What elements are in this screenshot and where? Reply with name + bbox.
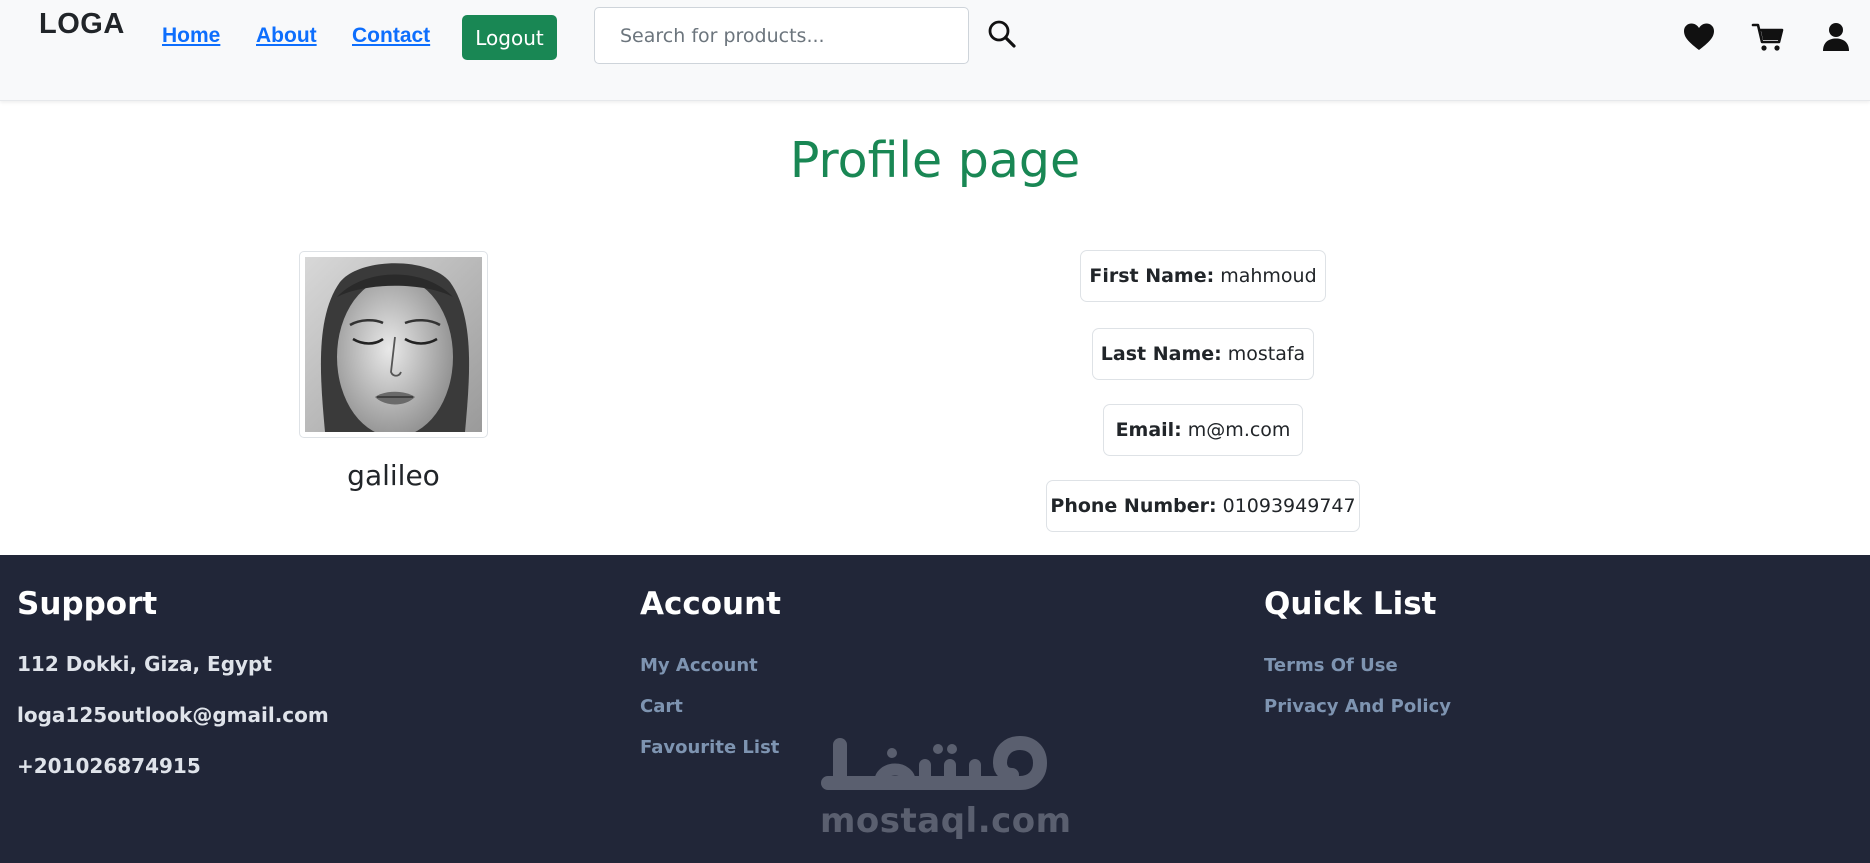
last-name-field: Last Name: mostafa [1092, 328, 1314, 380]
nav-link-contact[interactable]: Contact [352, 24, 430, 48]
avatar [299, 251, 488, 438]
footer-email: loga125outlook@gmail.com [17, 703, 329, 727]
email-label: Email: [1115, 419, 1182, 441]
profile-picture [305, 257, 482, 432]
footer-link-cart[interactable]: Cart [640, 696, 683, 717]
mostaql-watermark: mostaql.com [820, 735, 1072, 847]
footer-account-title: Account [640, 586, 781, 622]
first-name-field: First Name: mahmoud [1080, 250, 1326, 302]
search-icon[interactable] [986, 18, 1018, 50]
brand-logo[interactable]: LOGA [39, 8, 125, 41]
cart-icon[interactable] [1751, 22, 1785, 52]
user-icon[interactable] [1819, 22, 1853, 52]
phone-number-label: Phone Number: [1050, 495, 1217, 517]
phone-number-field: Phone Number: 01093949747 [1046, 480, 1360, 532]
email-field: Email: m@m.com [1103, 404, 1303, 456]
mostaql-watermark-text: mostaql.com [820, 801, 1072, 841]
top-navbar: LOGA Home About Contact Logout [0, 0, 1870, 101]
heart-icon[interactable] [1682, 22, 1716, 52]
footer-link-privacy[interactable]: Privacy And Policy [1264, 696, 1451, 717]
last-name-value: mostafa [1227, 343, 1306, 365]
last-name-label: Last Name: [1100, 343, 1222, 365]
footer-support-title: Support [17, 586, 158, 622]
footer-link-favourite-list[interactable]: Favourite List [640, 737, 779, 758]
footer-phone: +201026874915 [17, 754, 201, 778]
profile-username: galileo [347, 459, 440, 492]
footer-address: 112 Dokki, Giza, Egypt [17, 652, 272, 676]
first-name-label: First Name: [1089, 265, 1215, 287]
first-name-value: mahmoud [1220, 265, 1317, 287]
page-title: Profile page [789, 132, 1081, 189]
footer-link-my-account[interactable]: My Account [640, 655, 758, 676]
search-input[interactable] [594, 7, 969, 64]
nav-link-about[interactable]: About [256, 24, 317, 48]
nav-link-home[interactable]: Home [162, 24, 220, 48]
mostaql-arabic-logo [821, 736, 1047, 790]
footer-quick-list-title: Quick List [1264, 586, 1437, 622]
email-value: m@m.com [1187, 419, 1291, 441]
phone-number-value: 01093949747 [1222, 495, 1356, 517]
footer-link-terms[interactable]: Terms Of Use [1264, 655, 1398, 676]
logout-button[interactable]: Logout [462, 15, 557, 60]
